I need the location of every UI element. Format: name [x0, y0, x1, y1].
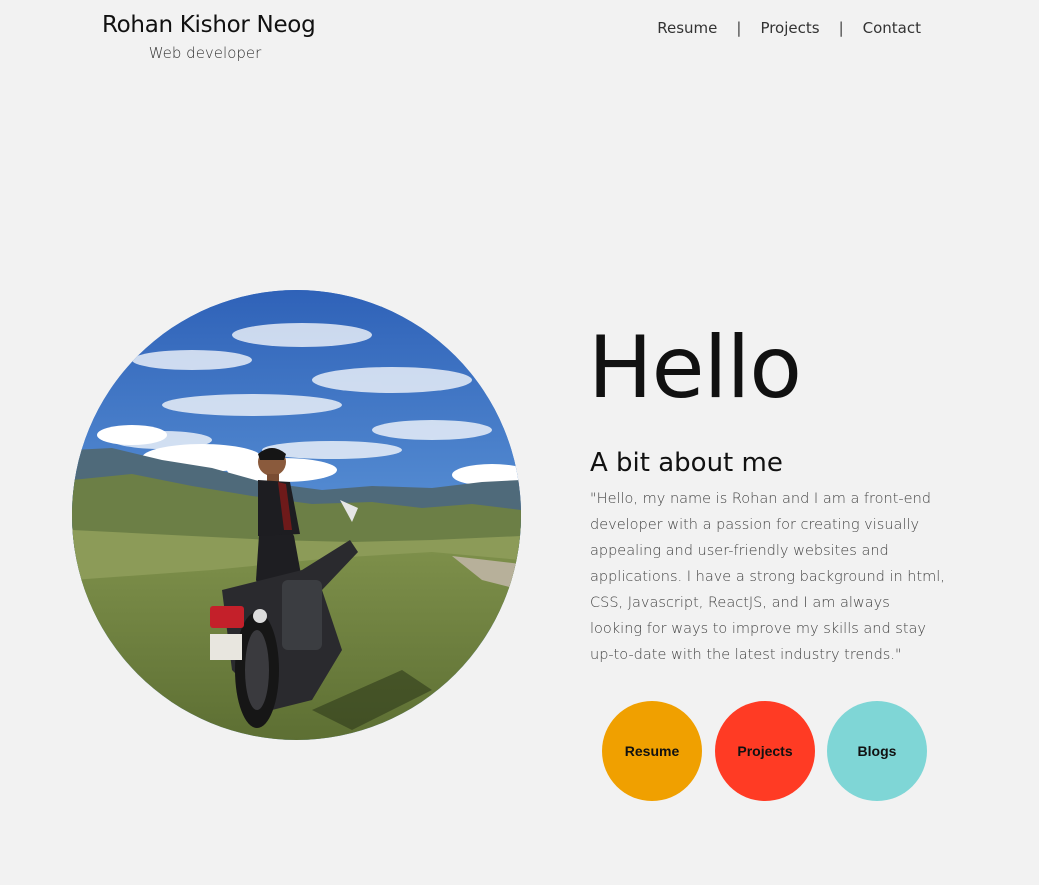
hero-greeting: Hello	[588, 318, 802, 418]
profile-photo	[72, 290, 521, 740]
site-owner-name: Rohan Kishor Neog	[102, 12, 316, 38]
main-nav: Resume | Projects | Contact	[657, 19, 921, 37]
site-tagline: Web developer	[148, 44, 262, 62]
resume-button[interactable]: Resume	[602, 701, 702, 801]
nav-link-resume[interactable]: Resume	[657, 19, 717, 37]
nav-separator: |	[736, 19, 742, 37]
nav-link-contact[interactable]: Contact	[863, 19, 921, 37]
projects-button[interactable]: Projects	[715, 701, 815, 801]
nav-link-projects[interactable]: Projects	[760, 19, 819, 37]
nav-separator: |	[838, 19, 844, 37]
brand: Rohan Kishor Neog Web developer	[102, 10, 316, 64]
blogs-button[interactable]: Blogs	[827, 701, 927, 801]
about-heading: A bit about me	[590, 448, 783, 478]
about-paragraph: "Hello, my name is Rohan and I am a fron…	[590, 491, 945, 663]
